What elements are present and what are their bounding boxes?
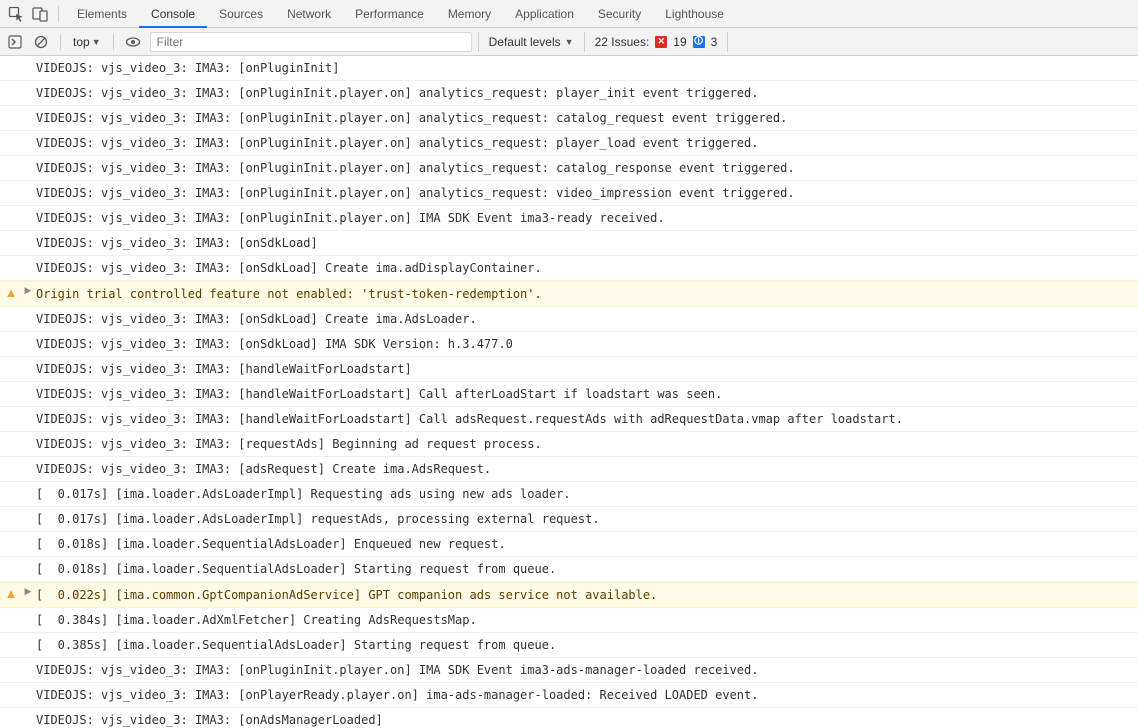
console-row[interactable]: VIDEOJS: vjs_video_3: IMA3: [requestAds]… bbox=[0, 432, 1138, 457]
log-message: [ 0.018s] [ima.loader.SequentialAdsLoade… bbox=[34, 535, 506, 553]
expand-toggle[interactable]: ▶ bbox=[22, 586, 34, 597]
tab-application[interactable]: Application bbox=[503, 0, 586, 27]
tab-memory[interactable]: Memory bbox=[436, 0, 503, 27]
issues-label: 22 Issues: bbox=[595, 35, 650, 49]
log-message: VIDEOJS: vjs_video_3: IMA3: [onPluginIni… bbox=[34, 184, 795, 202]
console-row[interactable]: ▲ ▶Origin trial controlled feature not en… bbox=[0, 281, 1138, 307]
console-row[interactable]: VIDEOJS: vjs_video_3: IMA3: [handleWaitF… bbox=[0, 382, 1138, 407]
levels-label: Default levels bbox=[489, 35, 561, 49]
execution-context-selector[interactable]: top ▼ bbox=[67, 35, 107, 49]
filter-input[interactable] bbox=[157, 35, 465, 49]
log-message: VIDEOJS: vjs_video_3: IMA3: [onPluginIni… bbox=[34, 59, 339, 77]
log-message: VIDEOJS: vjs_video_3: IMA3: [handleWaitF… bbox=[34, 385, 722, 403]
context-label: top bbox=[73, 35, 90, 49]
console-row[interactable]: VIDEOJS: vjs_video_3: IMA3: [adsRequest]… bbox=[0, 457, 1138, 482]
inspect-element-icon[interactable] bbox=[4, 2, 28, 26]
console-row[interactable]: VIDEOJS: vjs_video_3: IMA3: [onPluginIni… bbox=[0, 56, 1138, 81]
log-message: VIDEOJS: vjs_video_3: IMA3: [onPluginIni… bbox=[34, 109, 787, 127]
log-message: [ 0.385s] [ima.loader.SequentialAdsLoade… bbox=[34, 636, 556, 654]
log-message: [ 0.017s] [ima.loader.AdsLoaderImpl] req… bbox=[34, 510, 600, 528]
console-row[interactable]: VIDEOJS: vjs_video_3: IMA3: [onPlayerRea… bbox=[0, 683, 1138, 708]
console-row[interactable]: ▲ ▶[ 0.022s] [ima.common.GptCompanionAdSe… bbox=[0, 582, 1138, 608]
chevron-down-icon: ▼ bbox=[92, 37, 101, 47]
info-badge-icon: 🛈 bbox=[693, 36, 705, 48]
show-console-sidebar-icon[interactable] bbox=[2, 30, 28, 54]
chevron-down-icon: ▼ bbox=[565, 37, 574, 47]
issues-info-count: 3 bbox=[711, 35, 718, 49]
row-gutter: ▲ bbox=[0, 285, 22, 300]
log-message: Origin trial controlled feature not enab… bbox=[34, 285, 542, 303]
console-row[interactable]: [ 0.384s] [ima.loader.AdXmlFetcher] Crea… bbox=[0, 608, 1138, 633]
log-message: VIDEOJS: vjs_video_3: IMA3: [handleWaitF… bbox=[34, 360, 412, 378]
log-message: [ 0.022s] [ima.common.GptCompanionAdServ… bbox=[34, 586, 657, 604]
console-row[interactable]: [ 0.385s] [ima.loader.SequentialAdsLoade… bbox=[0, 633, 1138, 658]
tab-security[interactable]: Security bbox=[586, 0, 653, 27]
log-message: VIDEOJS: vjs_video_3: IMA3: [handleWaitF… bbox=[34, 410, 903, 428]
console-row[interactable]: VIDEOJS: vjs_video_3: IMA3: [onPluginIni… bbox=[0, 131, 1138, 156]
console-log-area: VIDEOJS: vjs_video_3: IMA3: [onPluginIni… bbox=[0, 56, 1138, 728]
issues-error-count: 19 bbox=[673, 35, 686, 49]
issues-summary[interactable]: 22 Issues: ✕ 19 🛈 3 bbox=[585, 32, 729, 52]
console-row[interactable]: VIDEOJS: vjs_video_3: IMA3: [handleWaitF… bbox=[0, 407, 1138, 432]
console-row[interactable]: VIDEOJS: vjs_video_3: IMA3: [onAdsManage… bbox=[0, 708, 1138, 728]
console-row[interactable]: VIDEOJS: vjs_video_3: IMA3: [onPluginIni… bbox=[0, 206, 1138, 231]
console-row[interactable]: VIDEOJS: vjs_video_3: IMA3: [onPluginIni… bbox=[0, 658, 1138, 683]
console-row[interactable]: VIDEOJS: vjs_video_3: IMA3: [handleWaitF… bbox=[0, 357, 1138, 382]
log-message: VIDEOJS: vjs_video_3: IMA3: [onPluginIni… bbox=[34, 159, 795, 177]
console-filter[interactable] bbox=[150, 32, 472, 52]
log-message: [ 0.017s] [ima.loader.AdsLoaderImpl] Req… bbox=[34, 485, 571, 503]
log-level-selector[interactable]: Default levels ▼ bbox=[478, 32, 585, 52]
log-message: VIDEOJS: vjs_video_3: IMA3: [onSdkLoad] … bbox=[34, 335, 513, 353]
live-expression-icon[interactable] bbox=[120, 30, 146, 54]
toolbar-separator bbox=[58, 6, 59, 22]
row-gutter: ▲ bbox=[0, 586, 22, 601]
console-row[interactable]: [ 0.017s] [ima.loader.AdsLoaderImpl] Req… bbox=[0, 482, 1138, 507]
device-toolbar-icon[interactable] bbox=[28, 2, 52, 26]
tab-lighthouse[interactable]: Lighthouse bbox=[653, 0, 736, 27]
log-message: VIDEOJS: vjs_video_3: IMA3: [onPluginIni… bbox=[34, 209, 665, 227]
tab-network[interactable]: Network bbox=[275, 0, 343, 27]
tab-sources[interactable]: Sources bbox=[207, 0, 275, 27]
console-row[interactable]: VIDEOJS: vjs_video_3: IMA3: [onSdkLoad] bbox=[0, 231, 1138, 256]
log-message: [ 0.384s] [ima.loader.AdXmlFetcher] Crea… bbox=[34, 611, 477, 629]
log-message: VIDEOJS: vjs_video_3: IMA3: [onPluginIni… bbox=[34, 134, 758, 152]
log-message: VIDEOJS: vjs_video_3: IMA3: [onAdsManage… bbox=[34, 711, 383, 728]
console-row[interactable]: VIDEOJS: vjs_video_3: IMA3: [onPluginIni… bbox=[0, 81, 1138, 106]
log-message: VIDEOJS: vjs_video_3: IMA3: [onSdkLoad] bbox=[34, 234, 318, 252]
expand-toggle[interactable]: ▶ bbox=[22, 285, 34, 296]
tab-console[interactable]: Console bbox=[139, 0, 207, 27]
toolbar-separator bbox=[60, 34, 61, 50]
console-row[interactable]: VIDEOJS: vjs_video_3: IMA3: [onPluginIni… bbox=[0, 156, 1138, 181]
log-message: VIDEOJS: vjs_video_3: IMA3: [onPluginIni… bbox=[34, 661, 758, 679]
tab-performance[interactable]: Performance bbox=[343, 0, 436, 27]
console-row[interactable]: VIDEOJS: vjs_video_3: IMA3: [onSdkLoad] … bbox=[0, 332, 1138, 357]
log-message: VIDEOJS: vjs_video_3: IMA3: [onSdkLoad] … bbox=[34, 259, 542, 277]
console-row[interactable]: [ 0.017s] [ima.loader.AdsLoaderImpl] req… bbox=[0, 507, 1138, 532]
console-row[interactable]: [ 0.018s] [ima.loader.SequentialAdsLoade… bbox=[0, 532, 1138, 557]
console-row[interactable]: VIDEOJS: vjs_video_3: IMA3: [onPluginIni… bbox=[0, 181, 1138, 206]
log-message: VIDEOJS: vjs_video_3: IMA3: [onSdkLoad] … bbox=[34, 310, 477, 328]
log-message: VIDEOJS: vjs_video_3: IMA3: [onPluginIni… bbox=[34, 84, 758, 102]
clear-console-icon[interactable] bbox=[28, 30, 54, 54]
tab-elements[interactable]: Elements bbox=[65, 0, 139, 27]
console-row[interactable]: [ 0.018s] [ima.loader.SequentialAdsLoade… bbox=[0, 557, 1138, 582]
console-row[interactable]: VIDEOJS: vjs_video_3: IMA3: [onSdkLoad] … bbox=[0, 307, 1138, 332]
warning-icon: ▲ bbox=[5, 285, 18, 300]
devtools-main-toolbar: ElementsConsoleSourcesNetworkPerformance… bbox=[0, 0, 1138, 28]
log-message: [ 0.018s] [ima.loader.SequentialAdsLoade… bbox=[34, 560, 556, 578]
warning-icon: ▲ bbox=[5, 586, 18, 601]
toolbar-separator bbox=[113, 34, 114, 50]
panel-tabs: ElementsConsoleSourcesNetworkPerformance… bbox=[65, 0, 736, 27]
log-message: VIDEOJS: vjs_video_3: IMA3: [adsRequest]… bbox=[34, 460, 491, 478]
console-row[interactable]: VIDEOJS: vjs_video_3: IMA3: [onSdkLoad] … bbox=[0, 256, 1138, 281]
console-row[interactable]: VIDEOJS: vjs_video_3: IMA3: [onPluginIni… bbox=[0, 106, 1138, 131]
log-message: VIDEOJS: vjs_video_3: IMA3: [requestAds]… bbox=[34, 435, 542, 453]
error-badge-icon: ✕ bbox=[655, 36, 667, 48]
console-toolbar: top ▼ Default levels ▼ 22 Issues: ✕ 19 🛈… bbox=[0, 28, 1138, 56]
log-message: VIDEOJS: vjs_video_3: IMA3: [onPlayerRea… bbox=[34, 686, 758, 704]
